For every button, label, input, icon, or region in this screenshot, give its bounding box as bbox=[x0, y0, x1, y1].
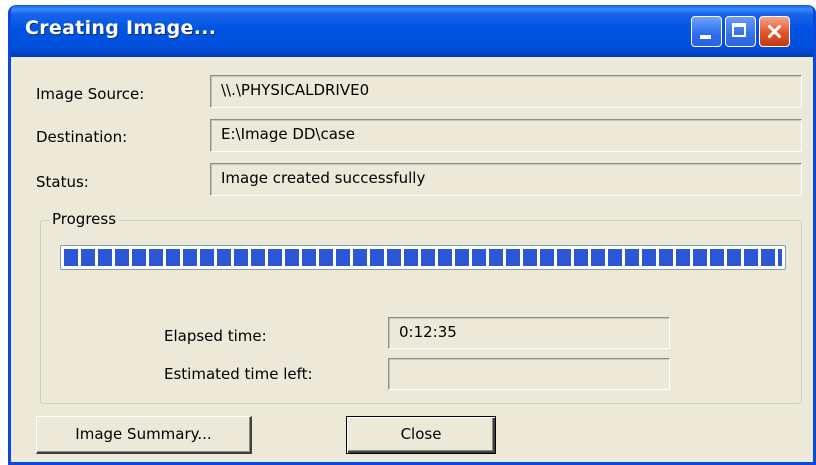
estimated-time-left-field bbox=[388, 358, 670, 390]
destination-label: Destination: bbox=[36, 128, 128, 146]
window-title: Creating Image... bbox=[25, 17, 217, 39]
elapsed-time-field: 0:12:35 bbox=[388, 317, 670, 349]
image-summary-button[interactable]: Image Summary... bbox=[36, 416, 252, 454]
title-bar[interactable]: Creating Image... bbox=[11, 5, 813, 57]
minimize-icon bbox=[700, 35, 711, 39]
maximize-icon bbox=[732, 23, 746, 37]
progress-bar-fill bbox=[64, 249, 782, 266]
status-label: Status: bbox=[36, 173, 89, 191]
destination-field: E:\Image DD\case bbox=[210, 119, 802, 152]
elapsed-time-label: Elapsed time: bbox=[164, 327, 267, 345]
estimated-time-left-label: Estimated time left: bbox=[164, 365, 313, 383]
close-icon bbox=[760, 17, 789, 46]
status-field: Image created successfully bbox=[210, 163, 802, 196]
progress-bar bbox=[60, 245, 786, 270]
close-window-button[interactable] bbox=[759, 16, 790, 47]
minimize-button[interactable] bbox=[691, 16, 722, 47]
maximize-button[interactable] bbox=[725, 16, 756, 47]
image-source-label: Image Source: bbox=[36, 85, 145, 103]
progress-group-label: Progress bbox=[49, 210, 120, 228]
close-button[interactable]: Close bbox=[346, 416, 496, 454]
creating-image-dialog: Creating Image... Image Source: \\.\PHYS… bbox=[8, 5, 816, 465]
image-source-field: \\.\PHYSICALDRIVE0 bbox=[210, 75, 802, 108]
